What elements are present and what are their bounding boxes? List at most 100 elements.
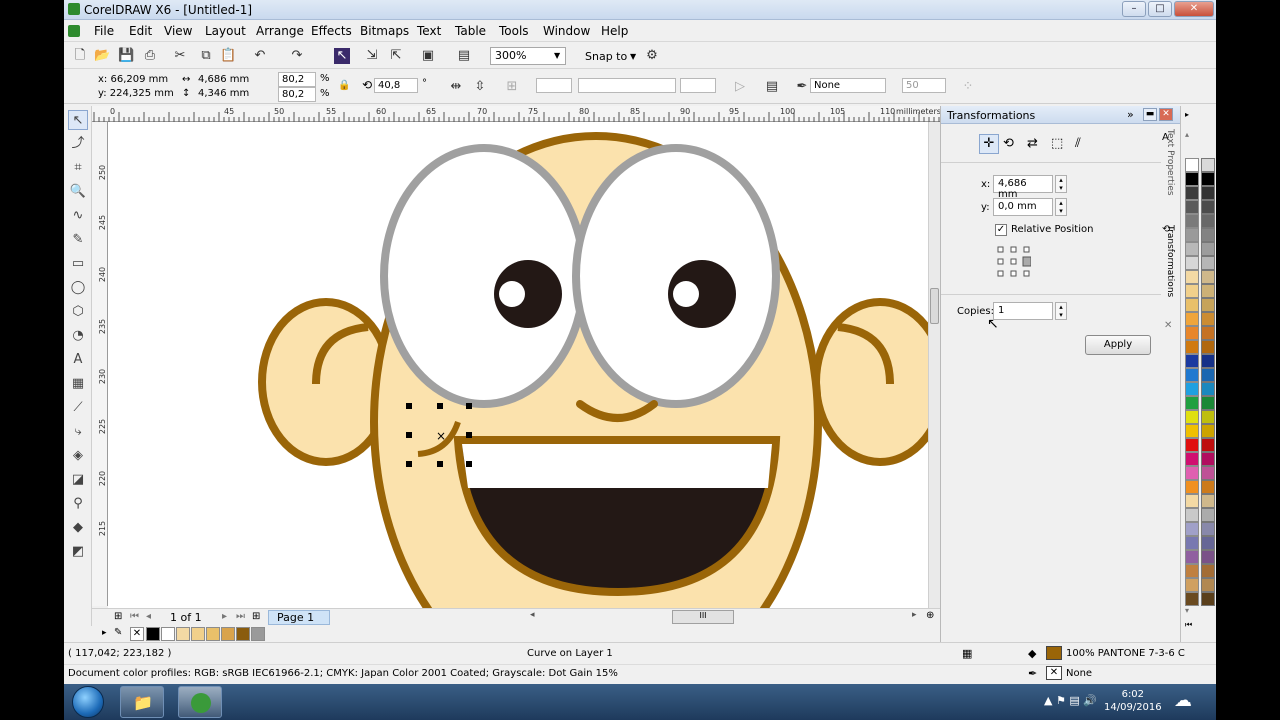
color-swatch[interactable] — [1185, 298, 1199, 312]
paste-icon[interactable]: 📋 — [220, 48, 236, 64]
color-swatch[interactable] — [1201, 396, 1215, 410]
handle-tr[interactable] — [466, 403, 472, 409]
size-mode-icon[interactable]: ⬚ — [1051, 136, 1063, 151]
search-content-icon[interactable]: ↖ — [334, 48, 350, 64]
print-icon[interactable]: ⎙ — [142, 48, 158, 64]
color-swatch[interactable] — [1185, 452, 1199, 466]
color-swatch[interactable] — [1185, 214, 1199, 228]
table-tool-icon[interactable]: ▦ — [68, 374, 88, 394]
ellipse-tool-icon[interactable]: ◯ — [68, 278, 88, 298]
scale-y-field[interactable]: 80,2 — [278, 87, 316, 102]
explorer-taskbar-button[interactable]: 📁 — [120, 686, 164, 718]
interactive-fill-icon[interactable]: ◩ — [68, 542, 88, 562]
eyedropper-icon[interactable]: ✎ — [114, 627, 122, 638]
publish-pdf-icon[interactable]: ▣ — [420, 48, 436, 64]
menu-help[interactable]: Help — [601, 24, 628, 38]
scroll-right-icon[interactable]: ▸ — [912, 610, 917, 620]
cut-icon[interactable]: ✂ — [172, 48, 188, 64]
tab-text-properties[interactable]: Text Properties — [1165, 129, 1175, 229]
palette-scroll-up-icon[interactable]: ▴ — [1185, 130, 1189, 139]
vertical-scrollbar[interactable] — [928, 122, 940, 608]
pick-tool-icon[interactable]: ↖ — [68, 110, 88, 130]
arrow-end-select[interactable] — [680, 78, 716, 93]
relative-position-checkbox[interactable]: ✓ — [995, 224, 1007, 236]
undo-icon[interactable]: ↶ — [252, 48, 268, 64]
scroll-thumb[interactable] — [930, 288, 939, 324]
color-proof-icon[interactable]: ▦ — [962, 647, 972, 660]
color-swatch[interactable] — [1201, 354, 1215, 368]
color-swatch[interactable] — [1201, 312, 1215, 326]
x-position-field[interactable]: x: 66,209 mm — [98, 74, 168, 85]
expand-icon[interactable]: » — [1127, 108, 1134, 121]
color-swatch[interactable] — [1201, 536, 1215, 550]
copies-field[interactable]: 1 — [993, 302, 1053, 320]
color-swatch[interactable] — [1201, 200, 1215, 214]
close-curve-icon[interactable]: ▷ — [732, 79, 748, 95]
new-document-icon[interactable]: 🗋 — [72, 48, 88, 64]
zoom-navigator-icon[interactable]: ⊕ — [926, 610, 934, 621]
color-swatch[interactable] — [1201, 564, 1215, 578]
color-swatch[interactable] — [1201, 228, 1215, 242]
color-swatch[interactable] — [206, 627, 220, 641]
color-swatch[interactable] — [1185, 200, 1199, 214]
color-swatch[interactable] — [1201, 424, 1215, 438]
basic-shapes-icon[interactable]: ◔ — [68, 326, 88, 346]
y-position-field[interactable]: y: 224,325 mm — [98, 88, 174, 99]
color-swatch[interactable] — [1185, 382, 1199, 396]
color-swatch[interactable] — [1201, 578, 1215, 592]
scale-x-field[interactable]: 80,2 — [278, 72, 316, 87]
color-swatch[interactable] — [1185, 172, 1199, 186]
outline-width-select[interactable]: None — [810, 78, 886, 93]
rotation-field[interactable]: 40,8 — [374, 78, 418, 93]
fill-tool-icon[interactable]: ◆ — [68, 518, 88, 538]
handle-br[interactable] — [466, 461, 472, 467]
color-swatch[interactable] — [1201, 382, 1215, 396]
polygon-tool-icon[interactable]: ⬡ — [68, 302, 88, 322]
convert-icon[interactable]: ⁘ — [960, 79, 976, 95]
color-swatch[interactable] — [1201, 480, 1215, 494]
color-swatch[interactable] — [1201, 326, 1215, 340]
color-swatch[interactable] — [1201, 298, 1215, 312]
color-swatch[interactable] — [1185, 466, 1199, 480]
color-swatch[interactable] — [1201, 172, 1215, 186]
color-swatch[interactable] — [1201, 550, 1215, 564]
color-swatch[interactable] — [1201, 242, 1215, 256]
vertical-ruler[interactable]: 250 245 240 235 230 225 220 215 — [92, 122, 108, 606]
color-swatch[interactable] — [1201, 466, 1215, 480]
options-icon[interactable]: ⚙ — [644, 48, 660, 64]
chevron-down-icon[interactable]: ▼ — [630, 52, 636, 61]
minimize-docker-icon[interactable]: ▬ — [1143, 108, 1157, 121]
color-swatch[interactable] — [1185, 536, 1199, 550]
chevron-down-icon[interactable]: ▼ — [554, 51, 560, 60]
close-button[interactable]: ✕ — [1174, 1, 1214, 17]
color-swatch[interactable] — [1185, 354, 1199, 368]
connector-tool-icon[interactable]: ⤷ — [68, 422, 88, 442]
menu-layout[interactable]: Layout — [205, 24, 246, 38]
system-clock[interactable]: 6:02 14/09/2016 — [1104, 688, 1162, 714]
handle-bl[interactable] — [406, 461, 412, 467]
color-swatch[interactable] — [1201, 508, 1215, 522]
x-value-field[interactable]: 4,686 mm — [993, 175, 1053, 200]
smart-fill-icon[interactable]: ✎ — [68, 230, 88, 250]
menu-view[interactable]: View — [164, 24, 192, 38]
color-swatch[interactable] — [1185, 410, 1199, 424]
color-swatch[interactable] — [1201, 452, 1215, 466]
rectangle-tool-icon[interactable]: ▭ — [68, 254, 88, 274]
coreldraw-taskbar-button[interactable] — [178, 686, 222, 718]
color-swatch[interactable] — [1185, 340, 1199, 354]
fill-style-select[interactable] — [536, 78, 572, 93]
height-field[interactable]: 4,346 mm — [198, 88, 249, 99]
color-swatch[interactable] — [1185, 284, 1199, 298]
menu-edit[interactable]: Edit — [129, 24, 152, 38]
palette-end-icon[interactable]: ⏮ — [1185, 620, 1192, 630]
color-swatch[interactable] — [1201, 214, 1215, 228]
color-swatch[interactable] — [1185, 270, 1199, 284]
color-swatch[interactable] — [1185, 158, 1199, 172]
horizontal-ruler[interactable]: 0 45 50 55 60 65 70 75 80 85 90 95 100 1… — [92, 106, 941, 122]
color-swatch[interactable] — [1185, 438, 1199, 452]
color-swatch[interactable] — [1201, 592, 1215, 606]
color-swatch[interactable] — [1185, 564, 1199, 578]
palette-options-icon[interactable]: ▸ — [1185, 110, 1189, 119]
color-swatch[interactable] — [1201, 438, 1215, 452]
next-page-icon[interactable]: ▸ — [222, 611, 227, 622]
